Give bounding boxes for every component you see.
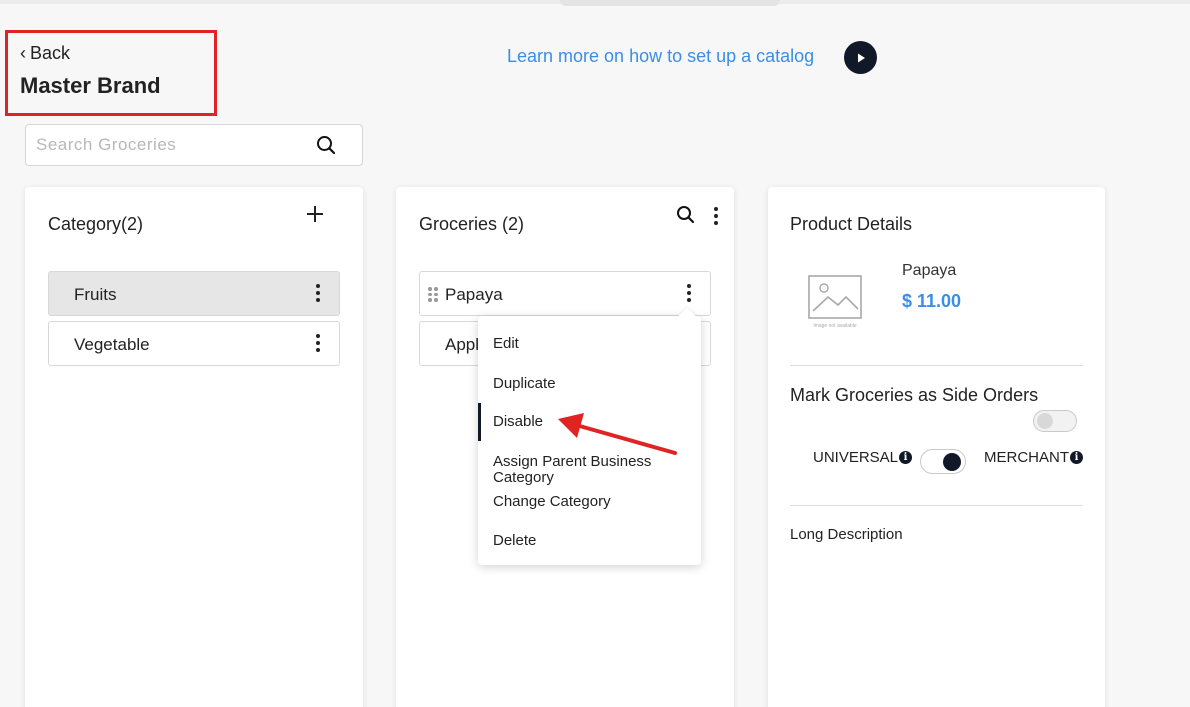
universal-merchant-toggle[interactable] bbox=[920, 449, 966, 474]
info-icon[interactable]: i bbox=[1070, 451, 1083, 464]
menu-item-change-category[interactable]: Change Category bbox=[478, 494, 701, 510]
category-title: Category(2) bbox=[48, 214, 144, 234]
plus-icon bbox=[307, 206, 323, 222]
info-icon[interactable]: i bbox=[899, 451, 913, 464]
category-item-fruits[interactable]: Fruits bbox=[48, 271, 340, 316]
kebab-menu-icon[interactable] bbox=[315, 284, 321, 304]
grocery-item-label: Papaya bbox=[445, 285, 503, 304]
product-name: Papaya bbox=[902, 262, 957, 279]
menu-item-delete[interactable]: Delete bbox=[478, 533, 701, 549]
grocery-item-papaya[interactable]: Papaya bbox=[419, 271, 711, 316]
side-orders-title: Mark Groceries as Side Orders bbox=[790, 385, 1039, 405]
groceries-title: Groceries (2) bbox=[419, 214, 525, 234]
grocery-item-label: Appl bbox=[445, 335, 480, 354]
divider bbox=[790, 505, 1083, 506]
annotation-arrow bbox=[558, 413, 677, 455]
play-video-button[interactable] bbox=[844, 41, 877, 74]
image-placeholder-icon bbox=[808, 275, 862, 319]
product-price: $ 11.00 bbox=[902, 291, 962, 311]
toggle-knob bbox=[943, 453, 961, 471]
category-item-vegetable[interactable]: Vegetable bbox=[48, 321, 340, 366]
universal-text: UNIVERSAL bbox=[813, 449, 899, 466]
product-details-title: Product Details bbox=[790, 214, 913, 234]
chevron-left-icon: ‹ bbox=[20, 43, 26, 63]
search-icon[interactable] bbox=[316, 135, 336, 155]
image-caption: Image not available bbox=[813, 323, 857, 329]
category-item-label: Fruits bbox=[74, 285, 117, 304]
product-details-panel: Product Details Image not available Papa… bbox=[768, 187, 1105, 707]
toggle-knob bbox=[1037, 413, 1053, 429]
menu-item-duplicate[interactable]: Duplicate bbox=[478, 376, 701, 392]
merchant-label: MERCHANT i bbox=[984, 449, 1083, 466]
search-input[interactable] bbox=[36, 133, 306, 157]
side-orders-toggle[interactable] bbox=[1033, 410, 1077, 432]
search-groceries-box bbox=[25, 124, 363, 166]
learn-more-link[interactable]: Learn more on how to set up a catalog bbox=[507, 46, 814, 67]
category-item-label: Vegetable bbox=[74, 335, 150, 354]
universal-label: UNIVERSAL i bbox=[813, 449, 913, 466]
page-title: Master Brand bbox=[20, 73, 161, 98]
menu-item-edit[interactable]: Edit bbox=[478, 336, 701, 352]
category-panel: Category(2) Fruits Vegetable bbox=[25, 187, 363, 707]
divider bbox=[790, 365, 1083, 366]
back-link[interactable]: ‹ Back bbox=[20, 43, 70, 64]
search-icon[interactable] bbox=[676, 205, 695, 224]
kebab-menu-icon[interactable] bbox=[686, 284, 692, 304]
top-tab-shadow bbox=[560, 0, 780, 6]
merchant-text: MERCHANT bbox=[984, 449, 1069, 466]
kebab-menu-icon[interactable] bbox=[315, 334, 321, 354]
kebab-menu-icon[interactable] bbox=[713, 207, 719, 227]
add-category-button[interactable] bbox=[303, 201, 327, 227]
play-icon bbox=[857, 53, 865, 62]
back-label: Back bbox=[30, 43, 71, 63]
long-description-label: Long Description bbox=[790, 526, 903, 543]
drag-handle-icon[interactable] bbox=[428, 287, 438, 302]
